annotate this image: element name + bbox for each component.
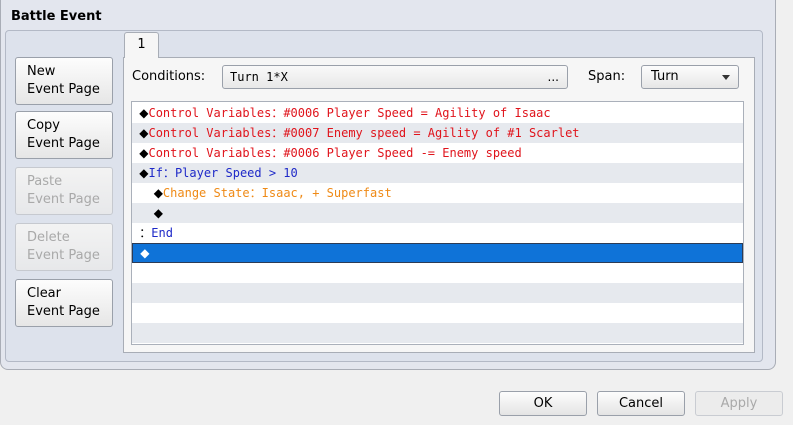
command-row-selected[interactable]: ◆ bbox=[132, 243, 743, 263]
command-row[interactable]: ◆ bbox=[132, 203, 743, 223]
clear-button-line2: Event Page bbox=[27, 304, 100, 319]
command-params: #0006 Player Speed -= Enemy speed bbox=[283, 146, 522, 160]
command-name: End bbox=[151, 226, 173, 240]
empty-row bbox=[132, 283, 743, 303]
span-select[interactable]: Turn bbox=[641, 65, 739, 89]
command-name: If bbox=[148, 166, 163, 180]
copy-button-line1: Copy bbox=[27, 118, 60, 133]
new-event-page-button[interactable]: New Event Page bbox=[15, 57, 113, 105]
cancel-button[interactable]: Cancel bbox=[597, 391, 685, 416]
empty-row bbox=[132, 323, 743, 343]
event-command-list[interactable]: ◆ Control Variables ： #0006 Player Speed = … bbox=[131, 101, 744, 345]
command-row[interactable]: ：End bbox=[132, 223, 743, 243]
new-button-line1: New bbox=[27, 64, 56, 79]
conditions-label: Conditions: bbox=[132, 69, 206, 84]
delete-event-page-button[interactable]: Delete Event Page bbox=[15, 223, 113, 271]
command-params: Isaac, + Superfast bbox=[261, 186, 392, 200]
diamond-icon: ◆ bbox=[153, 206, 163, 220]
command-name: Control Variables bbox=[148, 106, 272, 120]
delete-button-line2: Event Page bbox=[27, 248, 100, 263]
copy-event-page-button[interactable]: Copy Event Page bbox=[15, 111, 113, 159]
ellipsis-icon: ... bbox=[547, 70, 559, 84]
diamond-icon: ◆ bbox=[153, 186, 163, 200]
apply-button[interactable]: Apply bbox=[695, 391, 783, 416]
ok-button[interactable]: OK bbox=[499, 391, 587, 416]
span-label: Span: bbox=[588, 69, 626, 84]
group-title: Battle Event bbox=[11, 9, 102, 24]
clear-event-page-button[interactable]: Clear Event Page bbox=[15, 279, 113, 327]
command-row[interactable]: ◆Control Variables：#0006 Player Speed = … bbox=[132, 103, 743, 123]
command-name: Control Variables bbox=[148, 126, 272, 140]
command-name: Control Variables bbox=[148, 146, 272, 160]
delete-button-line1: Delete bbox=[27, 230, 70, 245]
command-row[interactable]: ◆Control Variables：#0007 Enemy speed = A… bbox=[132, 123, 743, 143]
command-params: #0007 Enemy speed = Agility of #1 Scarle… bbox=[283, 126, 580, 140]
command-name: Change State bbox=[162, 186, 250, 200]
conditions-value: Turn 1*X bbox=[230, 70, 288, 84]
span-value: Turn bbox=[651, 69, 679, 84]
new-button-line2: Event Page bbox=[27, 82, 100, 97]
command-row[interactable]: ◆Control Variables：#0006 Player Speed -=… bbox=[132, 143, 743, 163]
command-row[interactable]: ◆Change State：Isaac, + Superfast bbox=[132, 183, 743, 203]
clear-button-line1: Clear bbox=[27, 286, 61, 301]
copy-button-line2: Event Page bbox=[27, 136, 100, 151]
command-row[interactable]: ◆If：Player Speed > 10 bbox=[132, 163, 743, 183]
command-params: #0006 Player Speed = Agility of Isaac bbox=[283, 106, 551, 120]
end-marker: ： bbox=[139, 226, 152, 240]
empty-row bbox=[132, 303, 743, 323]
tab-page-1[interactable]: 1 bbox=[124, 32, 159, 58]
paste-event-page-button[interactable]: Paste Event Page bbox=[15, 167, 113, 215]
paste-button-line2: Event Page bbox=[27, 192, 100, 207]
paste-button-line1: Paste bbox=[27, 174, 63, 189]
chevron-down-icon bbox=[722, 75, 730, 80]
conditions-field[interactable]: Turn 1*X ... bbox=[222, 65, 568, 89]
diamond-icon: ◆ bbox=[140, 246, 150, 260]
command-params: Player Speed > 10 bbox=[174, 166, 298, 180]
empty-row bbox=[132, 263, 743, 283]
